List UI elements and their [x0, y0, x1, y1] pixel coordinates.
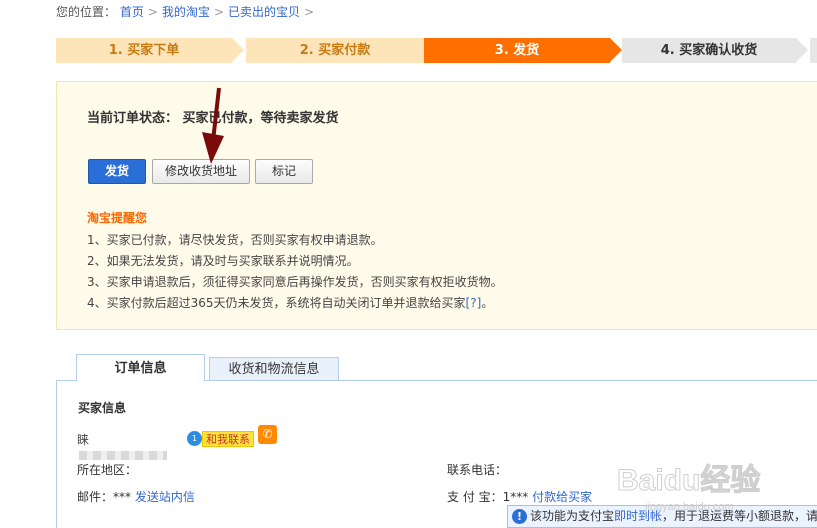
tip-item: 1、买家已付款，请尽快发货，否则买家有权申请退款。 — [87, 233, 383, 247]
ship-button[interactable]: 发货 — [88, 159, 146, 184]
watermark-url: jingyan.baidu.com — [644, 501, 734, 513]
tips-list: 1、买家已付款，请尽快发货，否则买家有权申请退款。 2、如果无法发货，请及时与买… — [87, 230, 503, 314]
blurred-name — [79, 451, 167, 460]
breadcrumb-home-link[interactable]: 首页 — [120, 5, 144, 19]
phone-icon[interactable]: ✆ — [258, 425, 277, 444]
detail-tabs: 订单信息 收货和物流信息 — [56, 354, 817, 382]
tip-item-period: 。 — [481, 296, 494, 310]
alipay-field: 支 付 宝：1*** 付款给买家 — [447, 488, 592, 505]
buyer-name-initial: 睐 — [77, 433, 90, 447]
step-confirm-receipt: 4. 买家确认收货 — [622, 38, 796, 63]
tip-item-text: 4、买家付款后超过365天仍未发货，系统将自动关闭订单并退款给买家 — [87, 296, 466, 310]
step-arrow — [232, 38, 244, 62]
email-label: 邮件：*** — [77, 490, 132, 504]
step-arrow — [610, 38, 622, 62]
mark-button[interactable]: 标记 — [255, 159, 313, 184]
tab-order-info[interactable]: 订单信息 — [76, 354, 205, 382]
annotation-arrow-icon — [202, 87, 224, 164]
step-next-partial — [810, 38, 817, 63]
info-icon: ! — [512, 509, 527, 524]
breadcrumb-separator: > — [213, 5, 224, 19]
contact-me-button[interactable]: 和我联系 — [202, 431, 254, 447]
phone-label: 联系电话： — [447, 463, 508, 477]
tip-item: 2、如果无法发货，请及时与买家联系并说明情况。 — [87, 254, 359, 268]
help-link[interactable]: [?] — [466, 296, 482, 310]
order-progress-steps: 1. 买家下单 2. 买家付款 3. 发货 4. 买家确认收货 — [56, 38, 817, 63]
notice-text-before: 该功能为支付宝 — [530, 509, 615, 523]
breadcrumb-prefix: 您的位置： — [56, 5, 117, 19]
wangwang-icon[interactable]: 1 — [187, 431, 202, 446]
breadcrumb-my-taobao-link[interactable]: 我的淘宝 — [162, 5, 210, 19]
email-field: 邮件：*** 发送站内信 — [77, 488, 195, 505]
step-buyer-pay: 2. 买家付款 — [246, 38, 424, 63]
order-status-panel: 当前订单状态： 买家已付款，等待卖家发货 发货 修改收货地址 标记 淘宝提醒您 … — [56, 81, 817, 330]
buyer-info-title: 买家信息 — [78, 401, 127, 415]
step-arrow — [796, 38, 808, 62]
breadcrumb-separator: > — [147, 5, 158, 19]
step-ship: 3. 发货 — [424, 38, 610, 63]
step-buyer-order: 1. 买家下单 — [56, 38, 232, 63]
tips-title: 淘宝提醒您 — [87, 211, 148, 225]
baidu-jingyan-watermark-icon: Baidu经验 jingyan.baidu.com — [617, 463, 761, 514]
tip-item: 3、买家申请退款后，须征得买家同意后再操作发货，否则买家有权拒收货物。 — [87, 275, 503, 289]
tip-item: 4、买家付款后超过365天仍未发货，系统将自动关闭订单并退款给买家[?]。 — [87, 293, 503, 314]
send-message-link[interactable]: 发送站内信 — [135, 490, 195, 504]
pay-buyer-link[interactable]: 付款给买家 — [532, 490, 592, 504]
breadcrumb: 您的位置： 首页 > 我的淘宝 > 已卖出的宝贝 > — [56, 3, 318, 20]
breadcrumb-sold-items-link[interactable]: 已卖出的宝贝 — [228, 5, 300, 19]
tab-shipping-info[interactable]: 收货和物流信息 — [209, 357, 339, 381]
buyer-name: 睐 — [77, 431, 172, 460]
region-label: 所在地区： — [77, 463, 138, 477]
watermark-brand: Baidu经验 — [617, 463, 760, 497]
alipay-label: 支 付 宝：1*** — [447, 490, 529, 504]
breadcrumb-separator: > — [304, 5, 315, 19]
